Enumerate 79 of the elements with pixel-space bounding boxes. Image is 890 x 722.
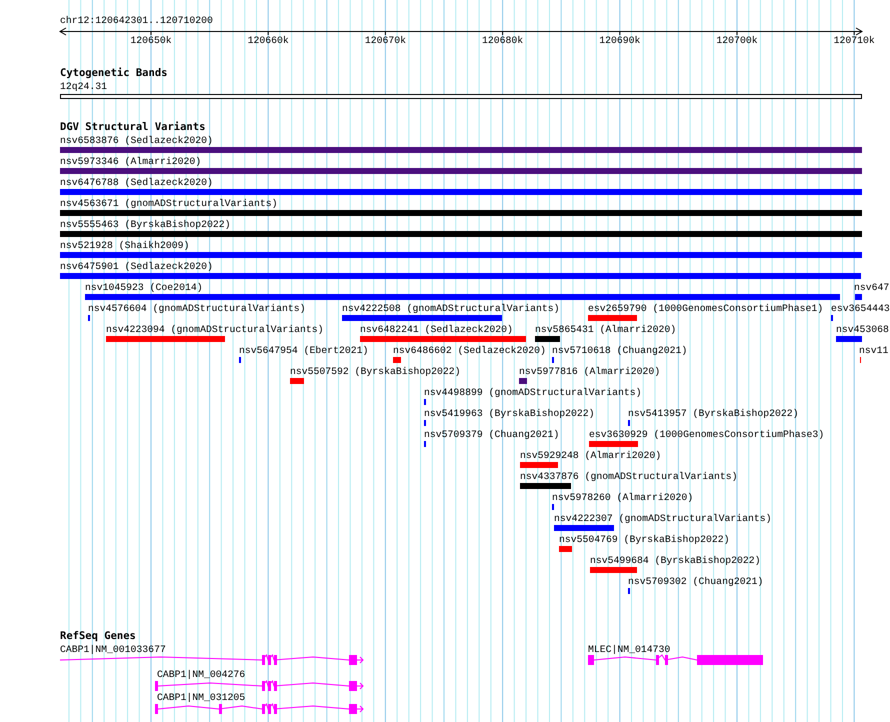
tick-label: 120710k xyxy=(833,35,876,46)
variant-label: nsv4337876 (gnomADStructuralVariants) xyxy=(520,471,738,482)
track-title: DGV Structural Variants xyxy=(60,122,206,133)
variant-label: nsv4222508 (gnomADStructuralVariants) xyxy=(342,303,560,314)
tick-label: 120650k xyxy=(130,35,172,46)
variant-bar[interactable] xyxy=(836,336,862,342)
tick-label: 120690k xyxy=(598,35,641,46)
gene-label: CABP1|NM_031205 xyxy=(157,692,246,703)
variant-bar[interactable] xyxy=(520,483,571,489)
variant-label: nsv5973346 (Almarri2020) xyxy=(60,156,202,167)
tick-label: 120680k xyxy=(482,35,524,46)
variant-label: nsv5977816 (Almarri2020) xyxy=(519,366,660,377)
variant-bar[interactable] xyxy=(60,189,862,195)
gene-label: MLEC|NM_014730 xyxy=(588,644,670,655)
variant-label: esv3630929 (1000GenomesConsortiumPhase3) xyxy=(589,429,824,440)
variant-bar[interactable] xyxy=(106,336,225,342)
variant-label: nsv6482241 (Sedlazeck2020) xyxy=(360,324,513,335)
variant-bar[interactable] xyxy=(554,525,614,531)
variant-bar[interactable] xyxy=(519,378,527,384)
variant-bar[interactable] xyxy=(590,567,637,573)
variant-label: nsv5419963 (ByrskaBishop2022) xyxy=(424,408,594,419)
gene-label: CABP1|NM_004276 xyxy=(157,669,246,680)
variant-bar[interactable] xyxy=(342,315,502,321)
variant-bar[interactable] xyxy=(290,378,304,384)
gene-model[interactable] xyxy=(588,654,763,665)
variant-label: nsv5413957 (ByrskaBishop2022) xyxy=(628,408,798,419)
variant-label: nsv5499684 (ByrskaBishop2022) xyxy=(590,555,760,566)
variant-bar[interactable] xyxy=(60,210,862,216)
track-title: RefSeq Genes xyxy=(60,631,136,642)
variant-label: nsv521928 (Shaikh2009) xyxy=(60,240,190,251)
variant-label: nsv5709302 (Chuang2021) xyxy=(628,576,764,587)
variant-bar[interactable] xyxy=(60,231,862,237)
gene-model[interactable] xyxy=(155,680,364,691)
variant-label: nsv4498899 (gnomADStructuralVariants) xyxy=(424,387,642,398)
variant-label: esv3654443 xyxy=(831,303,890,314)
variant-bar[interactable] xyxy=(393,357,401,363)
location-label: chr12:120642301..120710200 xyxy=(60,15,213,26)
gene-model[interactable] xyxy=(155,703,364,714)
variant-bar[interactable] xyxy=(60,147,862,153)
variant-label: nsv11 xyxy=(859,345,888,356)
variant-label: nsv6475901 (Sedlazeck2020) xyxy=(60,261,213,272)
variant-label: nsv6486602 (Sedlazeck2020) xyxy=(393,345,546,356)
track-title: Cytogenetic Bands xyxy=(60,68,168,79)
variant-bar[interactable] xyxy=(360,336,526,342)
tick-label: 120700k xyxy=(716,35,758,46)
variant-label: nsv1045923 (Coe2014) xyxy=(85,282,203,293)
variant-label: nsv453068 xyxy=(836,324,889,335)
variant-label: nsv6476788 (Sedlazeck2020) xyxy=(60,177,213,188)
variant-label: nsv5647954 (Ebert2021) xyxy=(239,345,368,356)
variant-label: nsv4563671 (gnomADStructuralVariants) xyxy=(60,198,278,209)
gene-model[interactable] xyxy=(60,654,364,665)
variant-label: nsv5929248 (Almarri2020) xyxy=(520,450,662,461)
variant-bar[interactable] xyxy=(559,546,572,552)
variant-label: nsv4222307 (gnomADStructuralVariants) xyxy=(554,513,772,524)
variant-label: nsv5709379 (Chuang2021) xyxy=(424,429,560,440)
variant-bar[interactable] xyxy=(588,315,637,321)
band-label: 12q24.31 xyxy=(60,81,108,92)
variant-label: nsv4223094 (gnomADStructuralVariants) xyxy=(106,324,324,335)
variant-bar[interactable] xyxy=(589,441,638,447)
variant-label: nsv5555463 (ByrskaBishop2022) xyxy=(60,219,230,230)
variant-bar[interactable] xyxy=(520,462,558,468)
variant-bar[interactable] xyxy=(535,336,560,342)
variant-bar[interactable] xyxy=(855,294,862,300)
variant-label: nsv4576604 (gnomADStructuralVariants) xyxy=(88,303,306,314)
variant-label: nsv5504769 (ByrskaBishop2022) xyxy=(559,534,730,545)
variant-label: nsv5978260 (Almarri2020) xyxy=(552,492,694,503)
variant-label: nsv6583876 (Sedlazeck2020) xyxy=(60,135,213,146)
tick-label: 120670k xyxy=(364,35,406,46)
variant-bar[interactable] xyxy=(60,273,861,279)
gene-label: CABP1|NM_001033677 xyxy=(60,644,166,655)
variant-bar[interactable] xyxy=(60,168,862,174)
variant-label: nsv5865431 (Almarri2020) xyxy=(535,324,676,335)
variant-label: esv2659790 (1000GenomesConsortiumPhase1) xyxy=(588,303,824,314)
variant-label: nsv647 xyxy=(854,282,890,293)
variant-bar[interactable] xyxy=(85,294,840,300)
variant-label: nsv5710618 (Chuang2021) xyxy=(552,345,688,356)
variant-bar[interactable] xyxy=(60,252,862,258)
variant-label: nsv5507592 (ByrskaBishop2022) xyxy=(290,366,460,377)
tick-label: 120660k xyxy=(247,35,290,46)
